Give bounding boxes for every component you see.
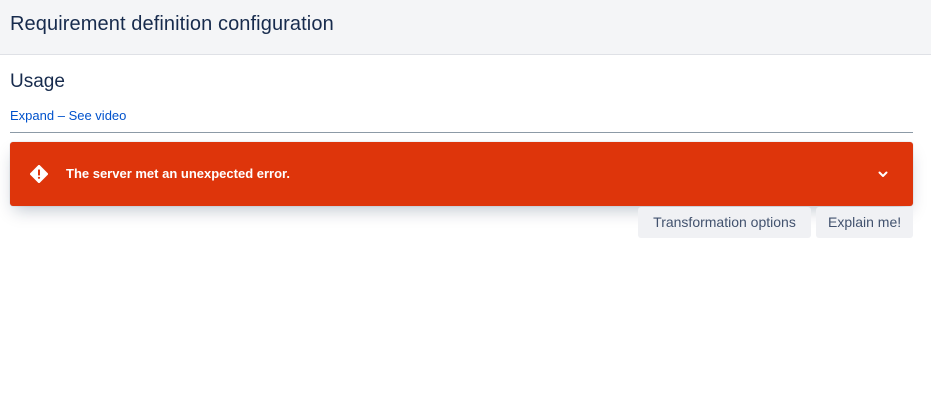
error-banner[interactable]: The server met an unexpected error. bbox=[10, 142, 913, 206]
warning-icon bbox=[29, 164, 49, 184]
link-separator: – bbox=[54, 108, 69, 123]
transformation-options-button[interactable]: Transformation options bbox=[638, 207, 811, 238]
page-header: Requirement definition configuration bbox=[0, 0, 931, 55]
page-title: Requirement definition configuration bbox=[10, 13, 334, 35]
usage-heading: Usage bbox=[10, 71, 65, 92]
chevron-down-icon[interactable] bbox=[875, 166, 891, 182]
expand-link[interactable]: Expand bbox=[10, 108, 54, 123]
explain-me-button[interactable]: Explain me! bbox=[816, 207, 913, 238]
error-message: The server met an unexpected error. bbox=[66, 166, 290, 181]
see-video-link[interactable]: See video bbox=[69, 108, 127, 123]
usage-links: Expand – See video bbox=[10, 108, 126, 123]
section-divider bbox=[10, 132, 913, 133]
